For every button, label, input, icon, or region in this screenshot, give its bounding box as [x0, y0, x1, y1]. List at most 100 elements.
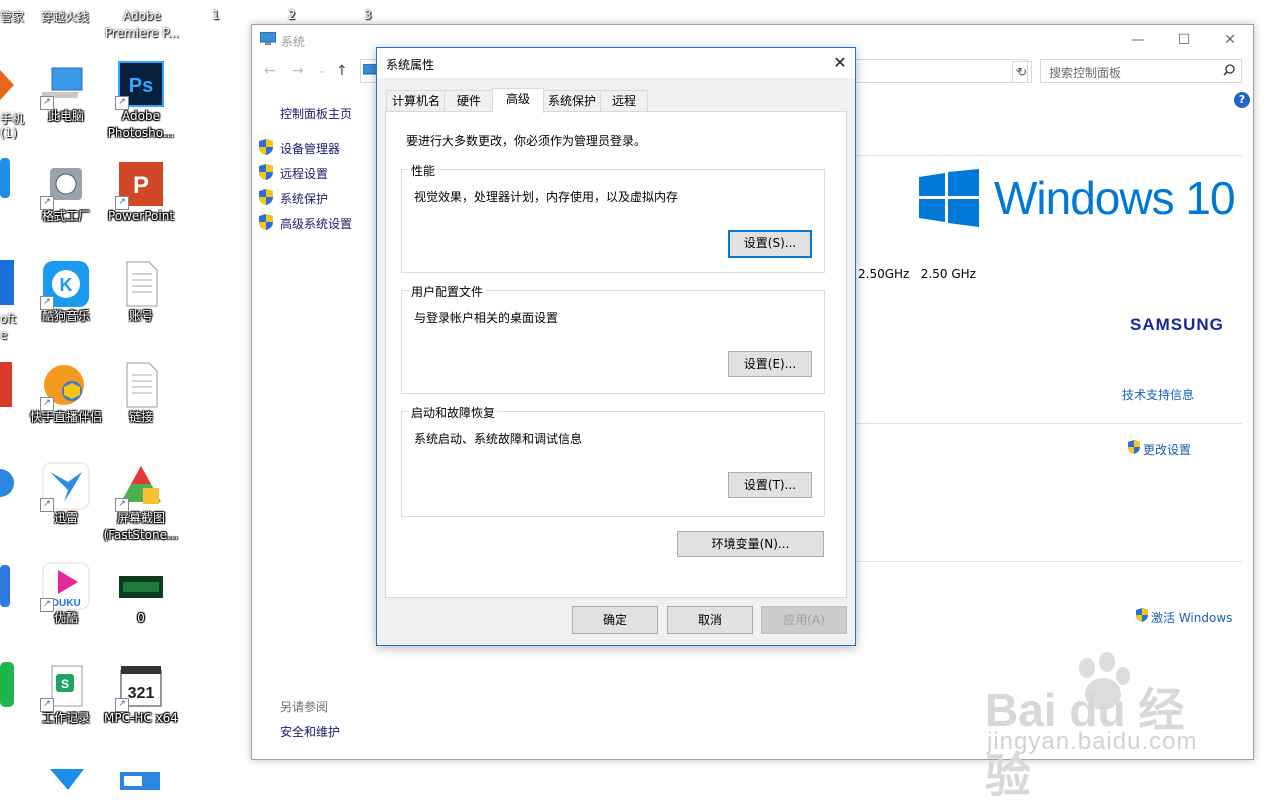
- kuaishou-icon: ↗: [40, 361, 90, 411]
- system-icon: [260, 32, 276, 45]
- user-profiles-settings-button[interactable]: 设置(E)...: [728, 351, 812, 377]
- see-also-heading: 另请参阅: [280, 700, 329, 714]
- close-button[interactable]: ✕: [1207, 25, 1253, 55]
- youku-icon: OUKU ↗: [40, 562, 90, 612]
- desktop-icon-xunlei[interactable]: ↗ 迅雷: [28, 462, 104, 527]
- minimize-button[interactable]: —: [1115, 25, 1161, 55]
- manufacturer-logo: SAMSUNG: [1130, 315, 1224, 334]
- desktop-icon-faststone[interactable]: ↗ 屏幕截图 (FastStone...: [103, 462, 179, 544]
- desktop-label-cf[interactable]: 穿越火线: [41, 8, 89, 25]
- ok-button[interactable]: 确定: [572, 606, 658, 634]
- xunlei-icon: ↗: [40, 462, 90, 512]
- apply-button[interactable]: 应用(A): [761, 606, 847, 634]
- desktop-icon-zero[interactable]: 0: [103, 562, 179, 627]
- partial-green-icon[interactable]: [0, 662, 14, 707]
- svg-text:321: 321: [128, 685, 155, 702]
- watermark-url: jingyan.baidu.com: [987, 728, 1198, 755]
- forward-arrow-icon[interactable]: →: [292, 63, 304, 79]
- edge-label-oft[interactable]: oft: [0, 312, 16, 326]
- desktop-icon-mpc-hc[interactable]: 321 ↗ MPC-HC x64: [103, 662, 179, 727]
- admin-note: 要进行大多数更改，你必须作为管理员登录。: [406, 134, 647, 148]
- shield-icon: [259, 139, 273, 155]
- desktop-icon-powerpoint[interactable]: P ↗ PowerPoint: [103, 160, 179, 225]
- group-description: 与登录帐户相关的桌面设置: [414, 311, 559, 325]
- up-arrow-icon[interactable]: ↑: [336, 63, 348, 79]
- activate-windows-link[interactable]: 激活 Windows: [1135, 607, 1232, 626]
- back-arrow-icon[interactable]: ←: [264, 63, 276, 79]
- dialog-title: 系统属性: [386, 58, 435, 72]
- shield-icon: [1128, 440, 1140, 454]
- search-placeholder: 搜索控制面板: [1049, 66, 1122, 80]
- tab-hardware[interactable]: 硬件: [444, 90, 494, 112]
- control-panel-home-link[interactable]: 控制面板主页: [280, 105, 352, 122]
- svg-text:P: P: [133, 172, 149, 199]
- partial-app-icon[interactable]: [0, 65, 14, 105]
- desktop-icon-worklog[interactable]: S ↗ 工作记录: [28, 662, 104, 727]
- edge-label-phone[interactable]: 手机: [0, 110, 24, 127]
- advanced-tab-panel: 要进行大多数更改，你必须作为管理员登录。 性能 视觉效果，处理器计划，内存使用，…: [385, 111, 847, 598]
- baidu-watermark: Bai du 经验 jingyan.baidu.com: [985, 648, 1225, 802]
- refresh-button[interactable]: ↻: [1012, 61, 1032, 83]
- desktop-icon-this-pc[interactable]: ↗ 此电脑: [28, 60, 104, 125]
- svg-text:S: S: [61, 677, 69, 691]
- edge-label-e[interactable]: e: [0, 328, 7, 342]
- text-file-icon: [117, 361, 165, 409]
- partial-blue2-icon[interactable]: [0, 565, 10, 607]
- dialog-titlebar[interactable]: 系统属性 ✕: [377, 48, 855, 78]
- cancel-button[interactable]: 取消: [667, 606, 753, 634]
- divider: [852, 423, 1242, 424]
- faststone-icon: ↗: [115, 462, 165, 512]
- desktop: 管家 穿越火线 Adobe Premiere P... 1 2 3 手机 (1)…: [0, 0, 372, 790]
- desktop-label-1[interactable]: 1: [212, 8, 220, 22]
- tab-system-protection[interactable]: 系统保护: [542, 90, 602, 112]
- left-pane: 控制面板主页 设备管理器 远程设置 系统保护 高级系统设置 另请参阅 安全和维护: [252, 85, 377, 755]
- user-profiles-group: 用户配置文件 与登录帐户相关的桌面设置 设置(E)...: [401, 283, 825, 394]
- partial-cloud-icon[interactable]: [0, 462, 14, 504]
- edge-label-1[interactable]: (1): [0, 126, 17, 140]
- support-info-link[interactable]: 技术支持信息: [1122, 386, 1194, 403]
- desktop-icon-youku[interactable]: OUKU ↗ 优酷: [28, 562, 104, 627]
- desktop-icon-kugou[interactable]: K ↗ 酷狗音乐: [28, 260, 104, 325]
- desktop-icon-photoshop[interactable]: Ps ↗ Adobe Photosho...: [103, 60, 179, 142]
- tab-advanced[interactable]: 高级: [492, 88, 544, 113]
- text-file-icon: [117, 260, 165, 308]
- startup-recovery-settings-button[interactable]: 设置(T)...: [728, 472, 812, 498]
- desktop-icon-account[interactable]: 账号: [103, 260, 179, 325]
- help-icon[interactable]: ?: [1234, 92, 1250, 108]
- group-description: 视觉效果，处理器计划，内存使用，以及虚拟内存: [414, 190, 679, 204]
- svg-text:K: K: [60, 275, 73, 295]
- partial-blue-icon[interactable]: [0, 158, 10, 198]
- system-properties-dialog: 系统属性 ✕ 计算机名 硬件 高级 系统保护 远程 要进行大多数更改，你必须作为…: [376, 47, 856, 646]
- windows-logo-icon: [919, 169, 979, 227]
- security-maintenance-link[interactable]: 安全和维护: [280, 723, 340, 740]
- partial-store-icon[interactable]: [0, 260, 14, 305]
- dialog-close-icon[interactable]: ✕: [825, 48, 855, 78]
- search-input[interactable]: 搜索控制面板: [1040, 59, 1242, 83]
- environment-variables-button[interactable]: 环境变量(N)...: [677, 531, 824, 557]
- svg-text:Ps: Ps: [129, 75, 153, 97]
- desktop-label-guanjia[interactable]: 管家: [0, 8, 24, 25]
- partial-red-icon[interactable]: [0, 362, 12, 407]
- desktop-label-2[interactable]: 2: [288, 8, 296, 22]
- desktop-label-premiere[interactable]: Adobe Premiere P...: [104, 8, 180, 42]
- maximize-button[interactable]: ☐: [1161, 25, 1207, 55]
- desktop-icon-link[interactable]: 链接: [103, 361, 179, 426]
- kugou-icon: K ↗: [40, 260, 90, 310]
- change-settings-link[interactable]: 更改设置: [1127, 439, 1191, 458]
- os-name: Windows 10: [994, 172, 1236, 224]
- shield-icon: [1136, 608, 1148, 622]
- spreadsheet-icon: S ↗: [40, 662, 90, 712]
- system-window-title: 系统: [281, 35, 306, 49]
- partial-bottom-icon[interactable]: [44, 765, 92, 790]
- group-title: 性能: [409, 162, 438, 179]
- mpc-hc-icon: 321 ↗: [115, 662, 165, 712]
- desktop-icon-kuaishou[interactable]: ↗ 快手直播伴侣: [28, 361, 104, 426]
- powerpoint-icon: P ↗: [115, 160, 165, 210]
- tab-computer-name[interactable]: 计算机名: [386, 90, 446, 112]
- partial-bottom-icon-2[interactable]: [118, 772, 162, 790]
- performance-settings-button[interactable]: 设置(S)...: [728, 230, 812, 258]
- desktop-label-3[interactable]: 3: [364, 8, 372, 22]
- recent-dropdown-icon[interactable]: ⌄: [318, 66, 326, 76]
- desktop-icon-format-factory[interactable]: ↗ 格式工厂: [28, 160, 104, 225]
- tab-remote[interactable]: 远程: [600, 90, 648, 112]
